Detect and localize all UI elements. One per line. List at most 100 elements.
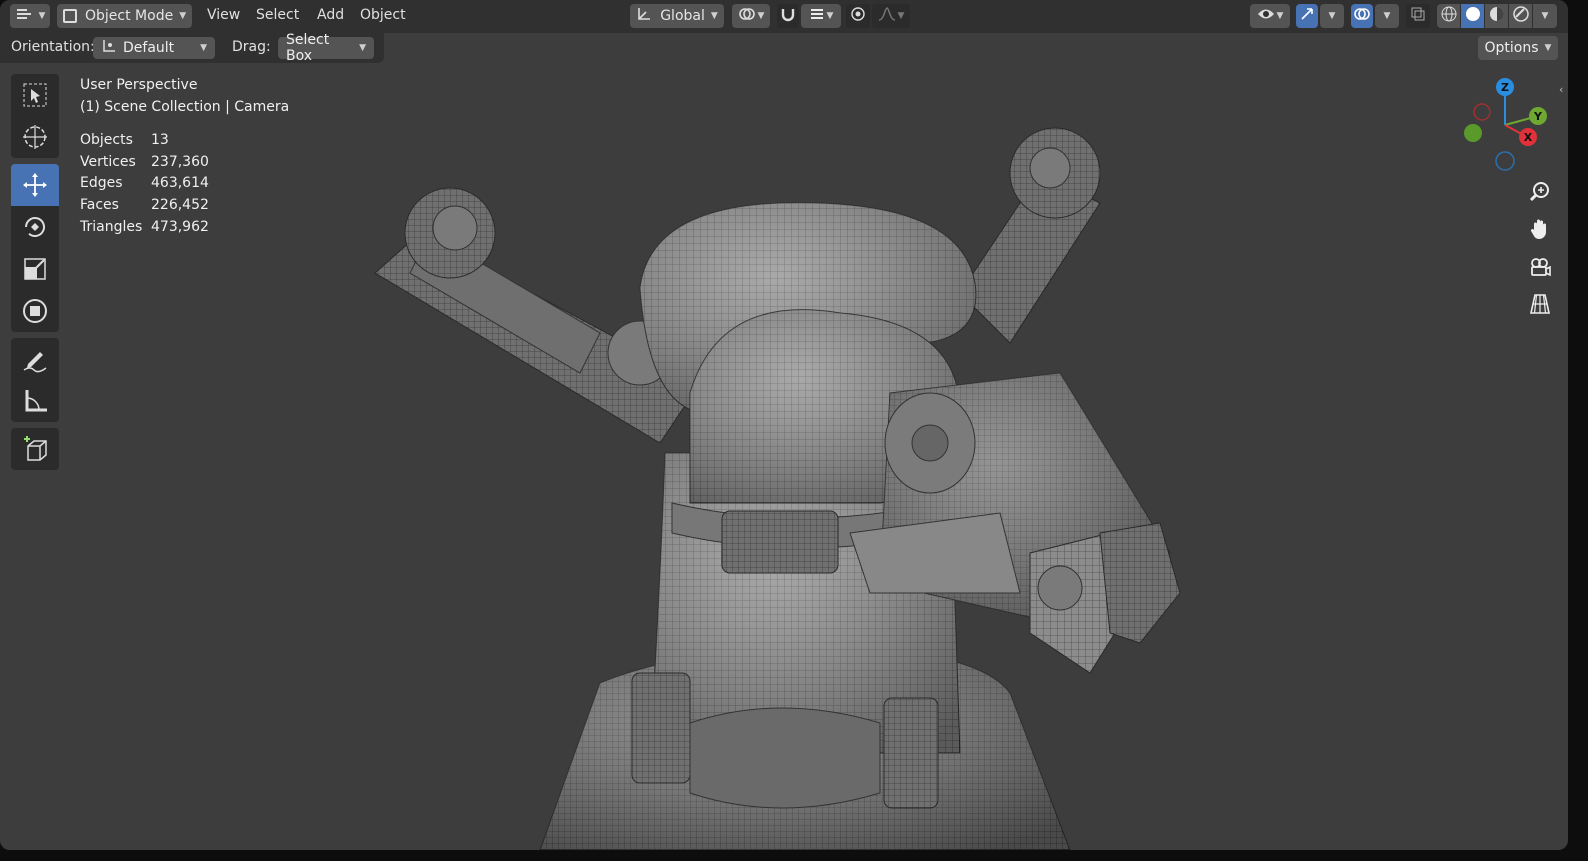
object-mode-icon [63,9,77,23]
transform-orientation-dropdown[interactable]: Global ▼ [630,4,724,28]
orientation-dropdown[interactable]: Default ▼ [93,37,215,59]
orientation-axes-icon [636,6,652,26]
scale-icon [24,258,46,280]
view-name: User Perspective [80,77,198,93]
chevron-down-icon: ▼ [1276,11,1284,21]
wireframe-sphere-icon [1441,6,1457,26]
orientation-label: Global [660,8,705,24]
falloff-curve-icon [878,7,896,25]
ruler-icon [25,390,47,412]
shading-material[interactable] [1485,4,1508,28]
stat-value: 463,614 [151,175,209,192]
tool-transform[interactable] [11,290,59,332]
blender-window: ▼ Object Mode ▼ View Select Add Object G… [0,0,1568,850]
menu-view[interactable]: View [207,7,240,23]
sidebar-expand-icon[interactable]: ‹ [1559,83,1563,96]
chevron-down-icon: ▼ [710,11,718,21]
grid-perspective-icon [1530,294,1550,314]
tool-annotate[interactable] [11,338,59,380]
drag-dropdown[interactable]: Select Box ▼ [278,32,374,64]
stat-label: Edges [80,175,123,192]
editor-type-icon [15,6,33,26]
shading-solid[interactable] [1461,4,1484,28]
pivot-icon [738,6,756,26]
snap-target-dropdown[interactable]: ▼ [801,4,841,28]
mode-dropdown[interactable]: Object Mode ▼ [57,4,192,28]
chevron-down-icon: ▼ [1544,43,1552,53]
tool-settings-bar: Orientation: Default ▼ Drag: Select Box … [0,32,384,64]
tool-cursor[interactable] [11,116,59,158]
robot-mesh-model[interactable] [0,33,1568,850]
tool-move[interactable] [11,164,59,206]
pan-button[interactable] [1523,212,1557,246]
stat-label: Triangles [80,218,143,235]
zoom-button[interactable] [1523,175,1557,209]
gizmo-y-label: Y [1533,110,1543,123]
chevron-down-icon: ▼ [826,11,834,21]
pencil-icon [23,352,47,373]
xray-icon [1410,6,1426,26]
chevron-down-icon: ▼ [38,11,46,21]
gizmo-neg-y[interactable] [1464,124,1482,142]
stat-row: Objects 13 [80,129,209,151]
stat-row: Edges 463,614 [80,172,209,194]
gizmo-z-label: Z [1501,81,1509,94]
tool-select-box[interactable] [11,74,59,116]
add-cube-icon [24,436,47,461]
tool-add-cube[interactable] [11,428,59,470]
zoom-icon [1529,182,1549,202]
menu-object[interactable]: Object [360,7,406,23]
snap-toggle[interactable] [777,4,799,28]
shading-rendered[interactable] [1509,4,1532,28]
gizmo-neg-z[interactable] [1495,151,1515,171]
gizmo-neg-x[interactable] [1473,103,1491,121]
visibility-dropdown[interactable]: ▼ [1250,4,1290,28]
chevron-down-icon: ▼ [1328,11,1336,21]
stat-value: 13 [151,131,169,148]
hand-icon [1530,219,1546,239]
chevron-down-icon: ▼ [179,11,187,21]
pivot-point-dropdown[interactable]: ▼ [732,4,770,28]
gizmo-x-label: X [1524,131,1533,144]
camera-icon [1531,258,1551,277]
gizmo-arrows-icon [1299,6,1315,26]
chevron-down-icon: ▼ [1383,11,1391,21]
shading-dropdown[interactable]: ▼ [1533,4,1557,28]
falloff-dropdown[interactable]: ▼ [872,4,910,28]
menu-select[interactable]: Select [256,7,299,23]
shading-wireframe[interactable] [1437,4,1460,28]
stat-label: Objects [80,131,133,148]
editor-type-button[interactable]: ▼ [10,4,50,28]
select-box-icon [23,83,47,107]
stat-value: 226,452 [151,196,209,213]
overlays-dropdown[interactable]: ▼ [1375,4,1399,28]
rendered-sphere-icon [1512,6,1529,26]
orientation-value: Default [123,40,175,56]
snap-increment-icon [809,6,825,26]
scene-info: (1) Scene Collection | Camera [80,99,290,115]
chevron-down-icon: ▼ [897,11,905,21]
menu-add[interactable]: Add [317,7,344,23]
tool-rotate[interactable] [11,206,59,248]
tool-scale[interactable] [11,248,59,290]
proportional-edit-toggle[interactable] [846,4,870,28]
solid-sphere-icon [1465,6,1481,26]
options-dropdown[interactable]: Options ▼ [1478,36,1558,60]
perspective-toggle-button[interactable] [1523,287,1557,321]
3d-viewport[interactable]: User Perspective (1) Scene Collection | … [0,33,1568,850]
stat-row: Triangles 473,962 [80,216,209,238]
orientation-axes-icon [101,38,117,58]
overlays-toggle[interactable] [1351,4,1373,28]
magnet-icon [780,6,796,26]
gizmo-dropdown[interactable]: ▼ [1320,4,1344,28]
camera-view-button[interactable] [1523,250,1557,284]
viewport-info: User Perspective (1) Scene Collection | … [80,74,289,118]
xray-toggle[interactable] [1406,4,1430,28]
stat-label: Faces [80,196,119,213]
navigation-gizmo[interactable]: Z Y X [1455,75,1555,175]
material-sphere-icon [1489,6,1505,26]
stat-label: Vertices [80,153,136,170]
tool-measure[interactable] [11,380,59,422]
transform-icon [23,299,47,323]
gizmo-toggle[interactable] [1296,4,1318,28]
